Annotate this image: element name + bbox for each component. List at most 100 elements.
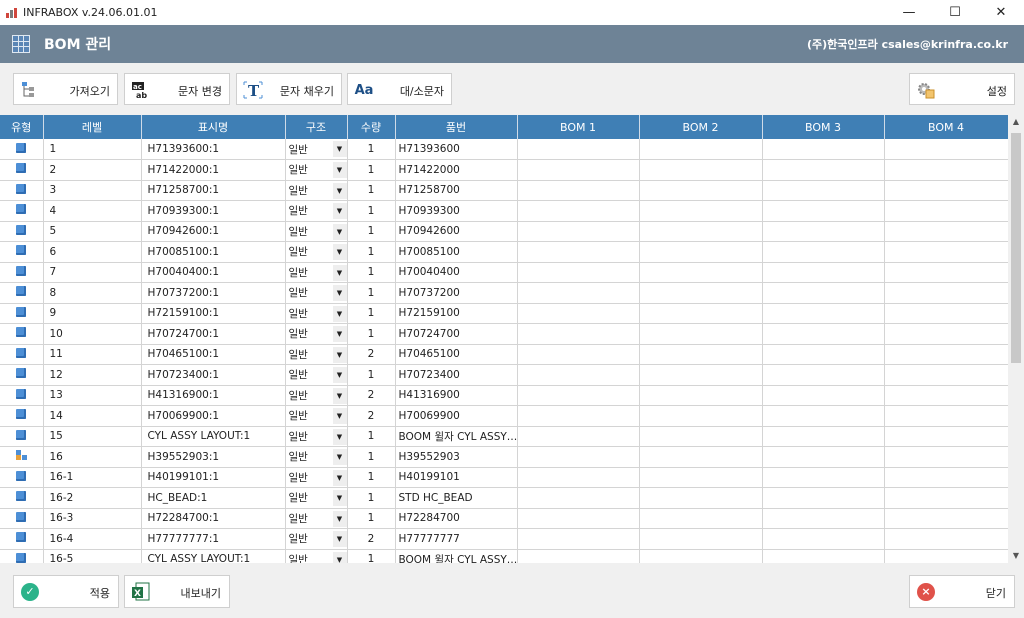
partno-cell[interactable]: H71422000 — [395, 159, 518, 181]
table-row[interactable]: 8 H70737200:1 일반 ▼ 1 H70737200 — [0, 282, 1009, 304]
bom2-cell[interactable] — [639, 323, 763, 345]
bom3-cell[interactable] — [762, 200, 885, 222]
display-name-cell[interactable]: H70085100:1 — [141, 241, 286, 263]
bom3-cell[interactable] — [762, 262, 885, 283]
bom1-cell[interactable] — [517, 139, 640, 160]
bom3-cell[interactable] — [762, 426, 885, 447]
bom2-cell[interactable] — [639, 364, 763, 386]
quantity-cell[interactable]: 1 — [347, 180, 396, 201]
quantity-cell[interactable]: 1 — [347, 467, 396, 488]
level-cell[interactable]: 8 — [43, 282, 142, 304]
bom2-cell[interactable] — [639, 282, 763, 304]
level-cell[interactable]: 4 — [43, 200, 142, 222]
structure-select[interactable]: 일반 ▼ — [285, 282, 348, 304]
level-cell[interactable]: 15 — [43, 426, 142, 447]
level-cell[interactable]: 1 — [43, 139, 142, 160]
chevron-down-icon[interactable]: ▼ — [332, 408, 346, 424]
col-header-display[interactable]: 표시명 — [141, 115, 286, 139]
structure-select[interactable]: 일반 ▼ — [285, 221, 348, 242]
chevron-down-icon[interactable]: ▼ — [332, 264, 346, 281]
level-cell[interactable]: 16-2 — [43, 487, 142, 509]
quantity-cell[interactable]: 1 — [347, 426, 396, 447]
table-row[interactable]: 13 H41316900:1 일반 ▼ 2 H41316900 — [0, 385, 1009, 406]
partno-cell[interactable]: H39552903 — [395, 446, 518, 468]
bom2-cell[interactable] — [639, 159, 763, 181]
structure-select[interactable]: 일반 ▼ — [285, 528, 348, 550]
bom3-cell[interactable] — [762, 364, 885, 386]
bom4-cell[interactable] — [884, 282, 1009, 304]
scroll-down-icon[interactable]: ▼ — [1008, 549, 1024, 563]
bom1-cell[interactable] — [517, 549, 640, 563]
bom2-cell[interactable] — [639, 426, 763, 447]
quantity-cell[interactable]: 1 — [347, 159, 396, 181]
bom2-cell[interactable] — [639, 487, 763, 509]
bom2-cell[interactable] — [639, 446, 763, 468]
structure-select[interactable]: 일반 ▼ — [285, 139, 348, 160]
table-row[interactable]: 16-2 HC_BEAD:1 일반 ▼ 1 STD HC_BEAD — [0, 487, 1009, 509]
partno-cell[interactable]: H70069900 — [395, 405, 518, 427]
display-name-cell[interactable]: CYL ASSY LAYOUT:1 — [141, 549, 286, 563]
bom2-cell[interactable] — [639, 200, 763, 222]
level-cell[interactable]: 6 — [43, 241, 142, 263]
close-button[interactable]: × 닫기 — [909, 575, 1015, 608]
bom2-cell[interactable] — [639, 508, 763, 529]
quantity-cell[interactable]: 1 — [347, 323, 396, 345]
bom2-cell[interactable] — [639, 139, 763, 160]
bom1-cell[interactable] — [517, 508, 640, 529]
quantity-cell[interactable]: 1 — [347, 282, 396, 304]
bom4-cell[interactable] — [884, 262, 1009, 283]
table-row[interactable]: 15 CYL ASSY LAYOUT:1 일반 ▼ 1 BOOM 윌자 CYL ASSY… — [0, 426, 1009, 447]
bom3-cell[interactable] — [762, 446, 885, 468]
bom3-cell[interactable] — [762, 344, 885, 365]
level-cell[interactable]: 12 — [43, 364, 142, 386]
bom4-cell[interactable] — [884, 549, 1009, 563]
bom3-cell[interactable] — [762, 241, 885, 263]
settings-button[interactable]: 설정 — [909, 73, 1015, 105]
replace-text-button[interactable]: ac ab 문자 변경 — [124, 73, 230, 105]
bom4-cell[interactable] — [884, 426, 1009, 447]
structure-select[interactable]: 일반 ▼ — [285, 262, 348, 283]
import-button[interactable]: 가져오기 — [13, 73, 118, 105]
quantity-cell[interactable]: 1 — [347, 241, 396, 263]
chevron-down-icon[interactable]: ▼ — [332, 326, 346, 342]
partno-cell[interactable]: H77777777 — [395, 528, 518, 550]
structure-select[interactable]: 일반 ▼ — [285, 364, 348, 386]
partno-cell[interactable]: H70040400 — [395, 262, 518, 283]
bom3-cell[interactable] — [762, 528, 885, 550]
bom4-cell[interactable] — [884, 241, 1009, 263]
table-row[interactable]: 3 H71258700:1 일반 ▼ 1 H71258700 — [0, 180, 1009, 201]
structure-select[interactable]: 일반 ▼ — [285, 549, 348, 563]
display-name-cell[interactable]: H70723400:1 — [141, 364, 286, 386]
chevron-down-icon[interactable]: ▼ — [332, 141, 346, 157]
level-cell[interactable]: 2 — [43, 159, 142, 181]
level-cell[interactable]: 16-5 — [43, 549, 142, 563]
bom4-cell[interactable] — [884, 221, 1009, 242]
table-row[interactable]: 14 H70069900:1 일반 ▼ 2 H70069900 — [0, 405, 1009, 427]
bom3-cell[interactable] — [762, 180, 885, 201]
partno-cell[interactable]: H72159100 — [395, 303, 518, 324]
level-cell[interactable]: 16-3 — [43, 508, 142, 529]
bom3-cell[interactable] — [762, 139, 885, 160]
col-header-structure[interactable]: 구조 — [285, 115, 348, 139]
col-header-partno[interactable]: 품번 — [395, 115, 518, 139]
maximize-button[interactable]: ☐ — [932, 0, 978, 25]
bom3-cell[interactable] — [762, 385, 885, 406]
table-row[interactable]: 16-3 H72284700:1 일반 ▼ 1 H72284700 — [0, 508, 1009, 529]
chevron-down-icon[interactable]: ▼ — [332, 428, 346, 445]
partno-cell[interactable]: H70085100 — [395, 241, 518, 263]
case-convert-button[interactable]: Aa 대/소문자 — [347, 73, 452, 105]
bom4-cell[interactable] — [884, 323, 1009, 345]
quantity-cell[interactable]: 1 — [347, 303, 396, 324]
scroll-up-icon[interactable]: ▲ — [1008, 115, 1024, 129]
quantity-cell[interactable]: 1 — [347, 446, 396, 468]
close-window-button[interactable]: ✕ — [978, 0, 1024, 25]
display-name-cell[interactable]: HC_BEAD:1 — [141, 487, 286, 509]
bom4-cell[interactable] — [884, 405, 1009, 427]
bom4-cell[interactable] — [884, 487, 1009, 509]
bom3-cell[interactable] — [762, 487, 885, 509]
bom1-cell[interactable] — [517, 303, 640, 324]
bom3-cell[interactable] — [762, 282, 885, 304]
quantity-cell[interactable]: 1 — [347, 221, 396, 242]
bom2-cell[interactable] — [639, 528, 763, 550]
level-cell[interactable]: 3 — [43, 180, 142, 201]
